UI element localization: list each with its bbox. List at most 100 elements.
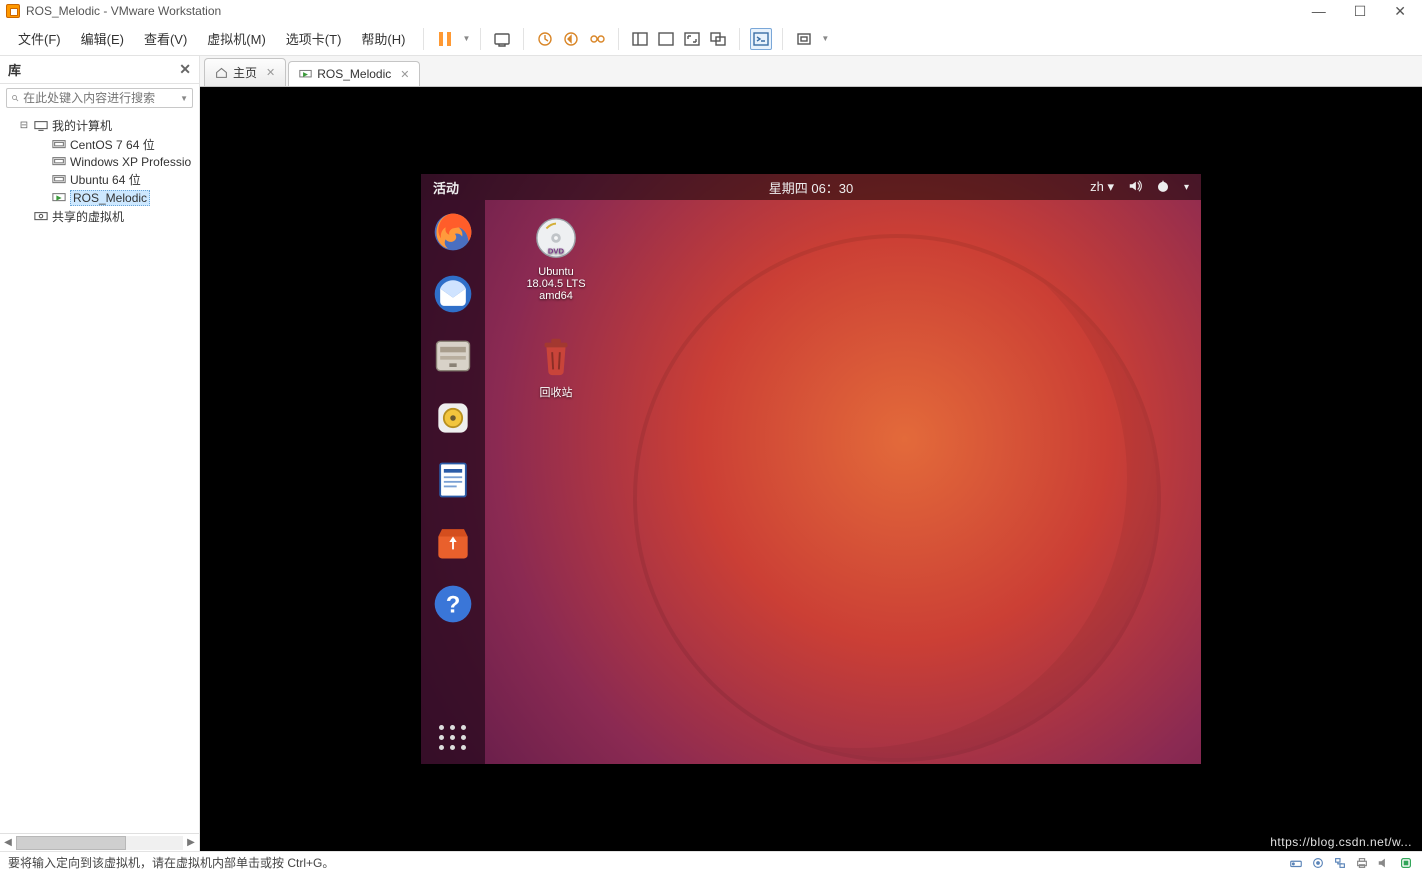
dock-writer-icon[interactable] (429, 456, 477, 504)
activities-button[interactable]: 活动 (433, 178, 459, 197)
dock-thunderbird-icon[interactable] (429, 270, 477, 318)
trash-label: 回收站 (511, 384, 601, 400)
close-button[interactable]: ✕ (1394, 3, 1406, 20)
pause-button[interactable] (434, 28, 456, 50)
vm-icon (52, 174, 66, 186)
vmware-logo-icon (6, 4, 20, 18)
dock-firefox-icon[interactable] (429, 208, 477, 256)
library-title: 库 (8, 60, 21, 79)
dvd-label-2: 18.04.5 LTS (511, 278, 601, 290)
tree-item-ubuntu[interactable]: Ubuntu 64 位 (0, 170, 199, 189)
tree-label: ROS_Melodic (70, 190, 150, 206)
watermark: https://blog.csdn.net/w... (1270, 835, 1412, 849)
tree-item-rosmelodic[interactable]: ROS_Melodic (0, 189, 199, 207)
snapshot-revert-button[interactable] (560, 28, 582, 50)
maximize-button[interactable]: ☐ (1354, 3, 1367, 20)
view-split-button[interactable] (629, 28, 651, 50)
input-lang[interactable]: zh ▾ (1090, 179, 1114, 195)
desktop-dvd-icon[interactable]: DVD Ubuntu 18.04.5 LTS amd64 (511, 214, 601, 302)
desktop-trash-icon[interactable]: 回收站 (511, 332, 601, 400)
vm-running-icon (52, 192, 66, 204)
tree-label: Ubuntu 64 位 (70, 171, 141, 188)
dock-files-icon[interactable] (429, 332, 477, 380)
dvd-label-3: amd64 (511, 290, 601, 302)
tab-close-icon[interactable]: ✕ (266, 66, 275, 79)
vm-running-icon (299, 68, 312, 81)
svg-text:?: ? (446, 591, 461, 618)
snapshot-button[interactable] (534, 28, 556, 50)
status-tray (1288, 855, 1414, 871)
power-icon[interactable] (1156, 179, 1170, 196)
view-single-button[interactable] (655, 28, 677, 50)
titlebar: ROS_Melodic - VMware Workstation — ☐ ✕ (0, 0, 1422, 22)
tab-rosmelodic[interactable]: ROS_Melodic ✕ (288, 61, 420, 86)
tray-hdd-icon[interactable] (1288, 855, 1304, 871)
gnome-topbar: 活动 星期四 06：30 zh ▾ ▾ (421, 174, 1201, 200)
vm-console[interactable]: 活动 星期四 06：30 zh ▾ ▾ (200, 86, 1422, 851)
stretch-dropdown-icon[interactable]: ▼ (821, 34, 829, 43)
tab-label: ROS_Melodic (317, 67, 391, 81)
send-ctrl-alt-del-button[interactable] (491, 28, 513, 50)
search-input[interactable] (23, 91, 178, 105)
tab-label: 主页 (233, 64, 257, 81)
view-fullscreen-button[interactable] (681, 28, 703, 50)
ubuntu-dock: ? (421, 200, 485, 764)
main-area: 库 ✕ ▼ ⊟ 我的计算机 CentOS 7 64 位 Windows XP P… (0, 56, 1422, 851)
volume-icon[interactable] (1128, 179, 1142, 196)
tree-item-winxp[interactable]: Windows XP Professio (0, 154, 199, 170)
tab-home[interactable]: 主页 ✕ (204, 58, 286, 86)
statusbar: 要将输入定向到该虚拟机，请在虚拟机内部单击或按 Ctrl+G。 (0, 851, 1422, 873)
tray-network-icon[interactable] (1332, 855, 1348, 871)
library-panel: 库 ✕ ▼ ⊟ 我的计算机 CentOS 7 64 位 Windows XP P… (0, 56, 200, 851)
tree-label: 我的计算机 (52, 117, 112, 134)
tabbar: 主页 ✕ ROS_Melodic ✕ (200, 56, 1422, 86)
window-title: ROS_Melodic - VMware Workstation (26, 4, 221, 18)
view-unity-button[interactable] (707, 28, 729, 50)
menu-file[interactable]: 文件(F) (10, 25, 69, 52)
menu-edit[interactable]: 编辑(E) (73, 25, 132, 52)
snapshot-manager-button[interactable] (586, 28, 608, 50)
status-text: 要将输入定向到该虚拟机，请在虚拟机内部单击或按 Ctrl+G。 (8, 854, 334, 871)
vm-icon (52, 156, 66, 168)
sidebar-hscroll[interactable]: ◀▶ (0, 833, 199, 851)
dvd-label-1: Ubuntu (511, 266, 601, 278)
tab-close-icon[interactable]: ✕ (400, 68, 409, 81)
tree-root-shared[interactable]: 共享的虚拟机 (0, 207, 199, 226)
search-dropdown-icon[interactable]: ▼ (180, 94, 188, 103)
menu-help[interactable]: 帮助(H) (353, 25, 413, 52)
menu-vm[interactable]: 虚拟机(M) (199, 25, 274, 52)
dock-rhythmbox-icon[interactable] (429, 394, 477, 442)
window-controls: — ☐ ✕ (1312, 3, 1416, 20)
search-icon (11, 92, 19, 104)
tree-root-mycomputer[interactable]: ⊟ 我的计算机 (0, 116, 199, 135)
tray-cd-icon[interactable] (1310, 855, 1326, 871)
dock-help-icon[interactable]: ? (429, 580, 477, 628)
workspace: 主页 ✕ ROS_Melodic ✕ 活动 星期四 06：30 zh ▾ (200, 56, 1422, 851)
stretch-button[interactable] (793, 28, 815, 50)
clock[interactable]: 星期四 06：30 (769, 178, 854, 197)
computer-icon (34, 120, 48, 132)
tray-printer-icon[interactable] (1354, 855, 1370, 871)
library-header: 库 ✕ (0, 56, 199, 84)
menu-view[interactable]: 查看(V) (136, 25, 195, 52)
vm-icon (52, 139, 66, 151)
shared-icon (34, 211, 48, 223)
home-icon (215, 66, 228, 79)
library-search[interactable]: ▼ (6, 88, 193, 108)
system-menu-caret-icon[interactable]: ▾ (1184, 182, 1189, 193)
console-view-button[interactable] (750, 28, 772, 50)
tray-usb-icon[interactable] (1398, 855, 1414, 871)
menubar: 文件(F) 编辑(E) 查看(V) 虚拟机(M) 选项卡(T) 帮助(H) ▼ … (0, 22, 1422, 56)
tree-label: CentOS 7 64 位 (70, 136, 155, 153)
ubuntu-desktop[interactable]: 活动 星期四 06：30 zh ▾ ▾ (421, 174, 1201, 764)
tray-sound-icon[interactable] (1376, 855, 1392, 871)
dock-apps-grid-icon[interactable] (439, 725, 467, 750)
dock-software-icon[interactable] (429, 518, 477, 566)
menu-tabs[interactable]: 选项卡(T) (278, 25, 350, 52)
library-close-button[interactable]: ✕ (179, 61, 191, 78)
tree-label: Windows XP Professio (70, 155, 191, 169)
tree-item-centos[interactable]: CentOS 7 64 位 (0, 135, 199, 154)
svg-text:DVD: DVD (548, 246, 565, 255)
minimize-button[interactable]: — (1312, 3, 1326, 20)
pause-dropdown-icon[interactable]: ▼ (462, 34, 470, 43)
